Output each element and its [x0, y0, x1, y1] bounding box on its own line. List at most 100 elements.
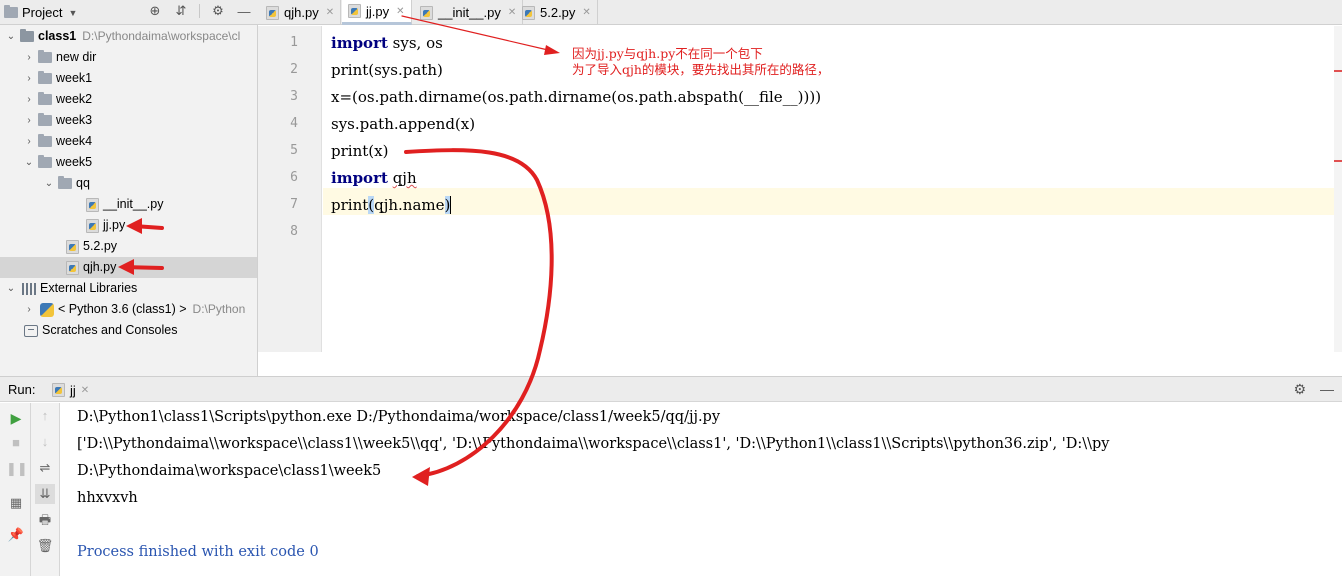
tree-item-init-py[interactable]: __init__.py [0, 194, 257, 215]
line-number: 1 [290, 35, 298, 50]
tree-item-week4[interactable]: › week4 [0, 131, 257, 152]
trash-icon[interactable]: 🗑 [35, 536, 55, 556]
chevron-right-icon[interactable]: › [22, 299, 36, 320]
chevron-right-icon[interactable]: › [22, 131, 36, 152]
tree-item-label: new dir [56, 50, 97, 64]
tab-label: 5.2.py [540, 5, 576, 20]
tree-item-label: week1 [56, 71, 93, 85]
tree-item-label: jj.py [103, 218, 126, 232]
error-marker[interactable] [1334, 160, 1342, 162]
tree-item-week1[interactable]: › week1 [0, 68, 257, 89]
error-stripe[interactable] [1334, 26, 1342, 352]
code-line-7[interactable]: print(qjh.name) [331, 192, 452, 219]
project-panel: Project ▼ ⊕ ⇵ ⚙ — ⌄ class1 D:\Pythondaim… [0, 0, 258, 376]
tree-item-5-2-py[interactable]: 5.2.py [0, 236, 257, 257]
tree-item-week3[interactable]: › week3 [0, 110, 257, 131]
line-number: 8 [290, 224, 298, 239]
gear-icon[interactable]: ⚙ [210, 3, 226, 19]
code-line-1[interactable]: import sys, os [331, 30, 443, 57]
tree-item-new-dir[interactable]: › new dir [0, 47, 257, 68]
library-icon [22, 282, 36, 295]
python-file-icon [86, 197, 99, 212]
project-panel-tools: ⊕ ⇵ ⚙ — [147, 3, 252, 19]
chevron-right-icon[interactable]: › [22, 110, 36, 131]
chevron-down-icon[interactable]: ⌄ [4, 278, 18, 299]
layout-icon[interactable]: ▦ [6, 493, 26, 513]
minimize-icon[interactable]: — [236, 4, 252, 19]
line-number: 6 [290, 170, 298, 185]
close-icon[interactable]: ✕ [81, 385, 89, 396]
python-file-icon [420, 5, 433, 20]
line-number: 3 [290, 89, 298, 104]
tree-item-label: week5 [56, 155, 93, 169]
code-line-5[interactable]: print(x) [331, 138, 388, 165]
chevron-right-icon[interactable]: › [22, 68, 36, 89]
python-file-icon [348, 4, 361, 18]
close-icon[interactable]: ✕ [396, 6, 404, 17]
code-line-2[interactable]: print(sys.path) [331, 57, 443, 84]
project-view-selector[interactable]: Project ▼ [4, 4, 77, 21]
tree-item-label: qjh.py [83, 260, 117, 274]
error-marker[interactable] [1334, 70, 1342, 72]
tree-item-qq[interactable]: ⌄ qq [0, 173, 257, 194]
gear-icon[interactable]: ⚙ [1293, 381, 1306, 398]
annotation-line-2: 为了导入qjh的模块，要先找出其所在的路径， [572, 62, 830, 77]
chevron-right-icon[interactable]: › [22, 47, 36, 68]
close-icon[interactable]: ✕ [326, 7, 334, 18]
target-icon[interactable]: ⊕ [147, 3, 163, 19]
tree-item-week2[interactable]: › week2 [0, 89, 257, 110]
console-line: D:\Pythondaima\workspace\class1\week5 [77, 463, 382, 479]
python-file-icon [266, 5, 279, 20]
tree-item-week5[interactable]: ⌄ week5 [0, 152, 257, 173]
pause-icon[interactable]: ❚❚ [6, 459, 28, 479]
chevron-down-icon[interactable]: ⌄ [4, 26, 18, 47]
python-file-icon [522, 5, 535, 20]
tab-5-2-py[interactable]: 5.2.py ✕ [516, 0, 598, 25]
collapse-icon[interactable]: ⇵ [173, 3, 189, 19]
line-number-gutter: 1 2 3 4 5 6 7 8 [258, 26, 322, 352]
chevron-down-icon[interactable]: ⌄ [22, 152, 36, 173]
tree-item-external-libraries[interactable]: ⌄ External Libraries [0, 278, 257, 299]
run-tab-label: jj [70, 382, 76, 398]
tree-item-label: qq [76, 176, 90, 190]
code-editor[interactable]: import sys, os print(sys.path) x=(os.pat… [323, 26, 1342, 352]
console-line: ['D:\\Pythondaima\\workspace\\class1\\we… [77, 436, 1110, 452]
project-panel-header: Project ▼ ⊕ ⇵ ⚙ — [0, 0, 258, 25]
project-tree: ⌄ class1 D:\Pythondaima\workspace\cl › n… [0, 26, 257, 341]
tree-item-label: < Python 3.6 (class1) > [58, 302, 187, 316]
keyword: import [331, 169, 388, 187]
python-icon [40, 302, 54, 317]
toolbar-divider [199, 4, 200, 18]
tree-item-scratches[interactable]: Scratches and Consoles [0, 320, 257, 341]
code-line-6[interactable]: import qjh [331, 165, 417, 192]
minimize-icon[interactable]: — [1320, 381, 1334, 398]
tab-jj-py[interactable]: jj.py ✕ [342, 0, 412, 25]
scroll-down-icon[interactable]: ↓ [35, 432, 55, 452]
tree-item-jj-py[interactable]: jj.py [0, 215, 257, 236]
run-tab-jj[interactable]: jj ✕ [52, 380, 89, 400]
code-line-4[interactable]: sys.path.append(x) [331, 111, 475, 138]
print-icon[interactable]: 🖶 [35, 510, 55, 530]
console-output[interactable]: D:\Python1\class1\Scripts\python.exe D:/… [61, 403, 1342, 576]
tab-qjh-py[interactable]: qjh.py ✕ [260, 0, 342, 25]
chevron-down-icon[interactable]: ⌄ [42, 173, 56, 194]
folder-icon [38, 155, 52, 168]
folder-icon [38, 113, 52, 126]
soft-wrap-icon[interactable]: ⇌ [35, 458, 55, 478]
scroll-to-end-icon[interactable]: ⇊ [35, 484, 55, 504]
code-line-3[interactable]: x=(os.path.dirname(os.path.dirname(os.pa… [331, 84, 821, 111]
tree-item-qjh-py[interactable]: qjh.py [0, 257, 257, 278]
chevron-right-icon[interactable]: › [22, 89, 36, 110]
close-icon[interactable]: ✕ [582, 7, 590, 18]
tree-item-label: Scratches and Consoles [42, 323, 178, 337]
tree-item-label: __init__.py [103, 197, 164, 211]
line-number: 7 [290, 197, 298, 212]
run-toolbar: ▶ ■ ❚❚ ▦ 📌 ↑ ↓ ⇌ ⇊ 🖶 🗑 [0, 403, 60, 576]
rerun-icon[interactable]: ▶ [6, 408, 26, 428]
tab-init-py[interactable]: __init__.py ✕ [414, 0, 524, 25]
stop-icon[interactable]: ■ [6, 433, 26, 453]
tree-item-class1[interactable]: ⌄ class1 D:\Pythondaima\workspace\cl [0, 26, 257, 47]
scroll-up-icon[interactable]: ↑ [35, 406, 55, 426]
pin-icon[interactable]: 📌 [6, 525, 26, 545]
tree-item-python-sdk[interactable]: › < Python 3.6 (class1) > D:\Python [0, 299, 257, 320]
